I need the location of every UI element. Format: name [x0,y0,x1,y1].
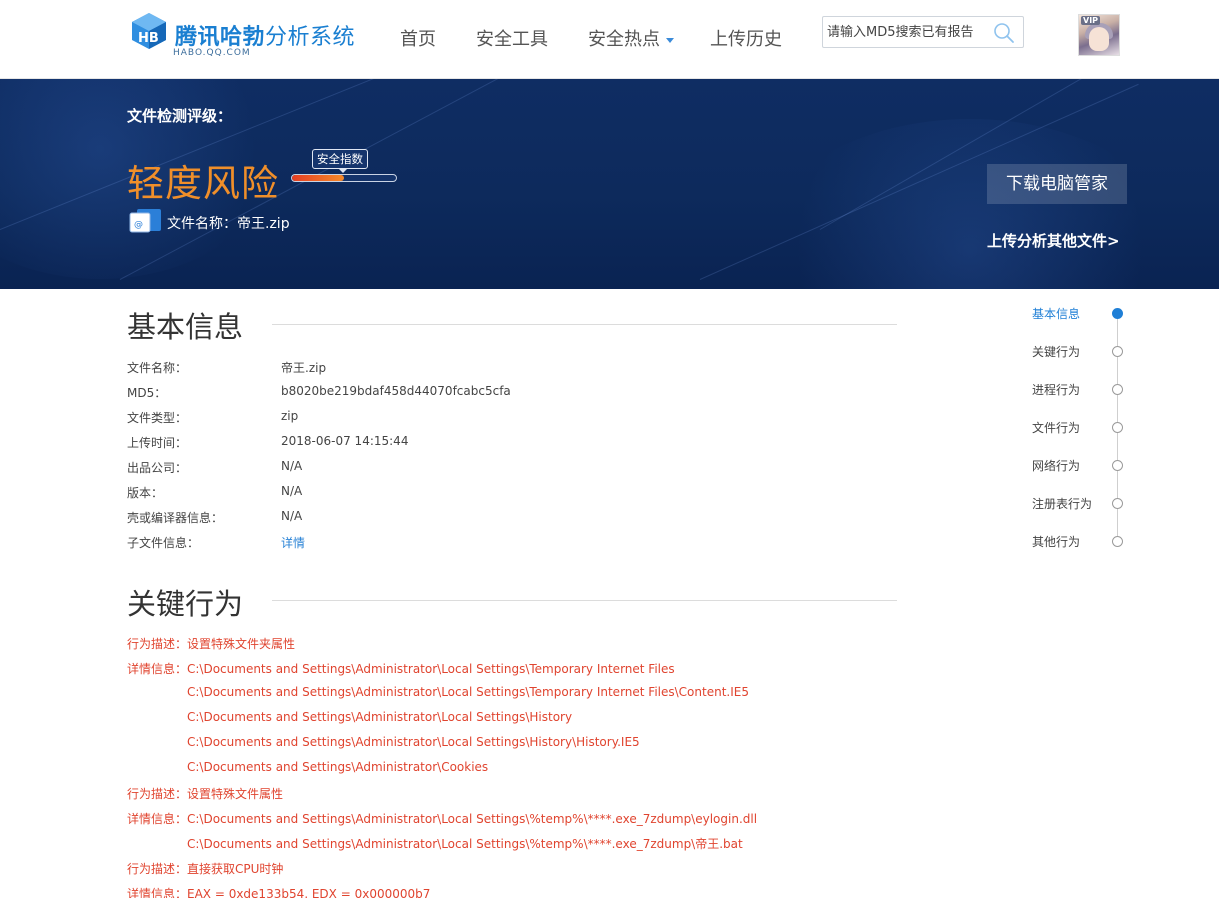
behavior-detail: 详情信息：C:\Documents and Settings\Administr… [127,812,758,826]
logo-subtitle: HABO.QQ.COM [173,48,251,58]
section-nav-label: 文件行为 [1032,421,1081,435]
behavior-detail: C:\Documents and Settings\Administrator\… [187,685,749,699]
nav-security-tools[interactable]: 安全工具 [476,25,548,51]
search-icon[interactable] [993,22,1015,44]
behavior-detail: C:\Documents and Settings\Administrator\… [187,760,489,774]
report-section-nav: 基本信息 关键行为 进程行为 文件行为 网络行为 注册表行为 其他行为 [1000,300,1140,560]
md5-search-input[interactable] [823,17,991,47]
security-index-meter: 安全指数 [291,149,397,189]
banner-file-name-value: 帝王.zip [237,216,290,232]
section-nav-label: 网络行为 [1032,459,1081,473]
behavior-description: 行为描述：设置特殊文件夹属性 [127,637,296,651]
security-index-fill [292,175,344,181]
section-nav-key-behavior[interactable]: 关键行为 [1000,343,1140,361]
section-nav-file-behavior[interactable]: 文件行为 [1000,419,1140,437]
section-nav-dot [1112,308,1123,319]
vip-badge: VIP [1081,16,1101,25]
section-nav-dot [1112,422,1123,433]
section-nav-basic-info[interactable]: 基本信息 [1000,305,1140,323]
basic-info-title: 基本信息 [127,310,244,344]
top-navigation-bar: HB 腾讯哈勃分析系统 HABO.QQ.COM 首页 安全工具 安全热点 上传历… [0,0,1219,79]
behavior-description: 行为描述：设置特殊文件属性 [127,787,284,801]
security-index-tag: 安全指数 [312,149,368,173]
behavior-detail: C:\Documents and Settings\Administrator\… [187,710,573,724]
svg-text:HB: HB [138,31,159,46]
info-key: 文件类型： [127,411,188,425]
behavior-detail: C:\Documents and Settings\Administrator\… [187,735,640,749]
upload-other-file-link[interactable]: 上传分析其他文件> [987,230,1120,251]
section-divider [272,600,897,601]
nav-security-hotspot-label: 安全热点 [588,29,660,50]
behavior-detail: 详情信息：C:\Documents and Settings\Administr… [127,662,675,676]
subfile-details-link[interactable]: 详情 [281,534,305,551]
habo-cube-logo-icon: HB [132,13,166,49]
info-key: 上传时间： [127,436,188,450]
section-nav-registry-behavior[interactable]: 注册表行为 [1000,495,1140,513]
detection-result-banner: 文件检测评级： 轻度风险 安全指数 @ 文件名称：帝王.zip 下载电脑管家 上… [0,79,1219,289]
section-nav-dot [1112,498,1123,509]
info-value: N/A [281,484,303,498]
banner-file-name: 文件名称：帝王.zip [167,213,290,233]
info-value: 2018-06-07 14:15:44 [281,434,409,448]
behavior-description: 行为描述：直接获取CPU时钟 [127,862,284,876]
nav-home[interactable]: 首页 [400,25,436,51]
user-avatar[interactable]: VIP [1078,14,1120,56]
info-value: b8020be219bdaf458d44070fcabc5cfa [281,384,511,398]
risk-level: 轻度风险 [127,162,279,205]
info-value: N/A [281,509,303,523]
section-nav-dot [1112,536,1123,547]
info-key: 文件名称： [127,361,188,375]
zip-file-icon: @ [129,209,161,233]
info-value: zip [281,409,299,423]
behavior-detail: C:\Documents and Settings\Administrator\… [187,837,743,851]
nav-security-hotspot[interactable]: 安全热点 [588,25,674,51]
section-nav-dot [1112,346,1123,357]
info-key: 子文件信息： [127,536,200,550]
logo-title-bold: 腾讯哈勃 [175,25,266,50]
section-nav-network-behavior[interactable]: 网络行为 [1000,457,1140,475]
section-nav-label: 基本信息 [1032,307,1081,321]
security-index-track [291,174,397,182]
section-nav-label: 其他行为 [1032,535,1081,549]
rating-label: 文件检测评级： [127,107,233,125]
chevron-down-icon [666,37,674,43]
info-value: 帝王.zip [281,361,327,375]
info-key: 出品公司： [127,461,188,475]
info-key: 壳或编译器信息： [127,511,224,525]
info-value: N/A [281,459,303,473]
info-key: 版本： [127,486,164,500]
section-nav-label: 进程行为 [1032,383,1081,397]
section-nav-dot [1112,384,1123,395]
download-pc-manager-button[interactable]: 下载电脑管家 [987,164,1127,204]
avatar-face [1089,27,1109,51]
logo-title-light: 分析系统 [265,25,356,50]
logo-title: 腾讯哈勃分析系统 [175,19,355,51]
habo-logo[interactable]: HB 腾讯哈勃分析系统 HABO.QQ.COM [129,11,369,61]
section-nav-process-behavior[interactable]: 进程行为 [1000,381,1140,399]
key-behavior-title: 关键行为 [127,587,244,621]
banner-glow [760,119,1180,289]
section-divider [272,324,897,325]
info-key: MD5： [127,386,167,400]
behavior-detail: 详情信息：EAX = 0xde133b54, EDX = 0x000000b7 [127,887,431,898]
section-nav-dot [1112,460,1123,471]
section-nav-other-behavior[interactable]: 其他行为 [1000,533,1140,551]
section-nav-label: 关键行为 [1032,345,1081,359]
nav-upload-history[interactable]: 上传历史 [710,25,782,51]
banner-file-name-label: 文件名称： [167,216,237,232]
md5-search-box [822,16,1024,48]
svg-text:@: @ [134,220,143,230]
section-nav-label: 注册表行为 [1032,497,1093,511]
